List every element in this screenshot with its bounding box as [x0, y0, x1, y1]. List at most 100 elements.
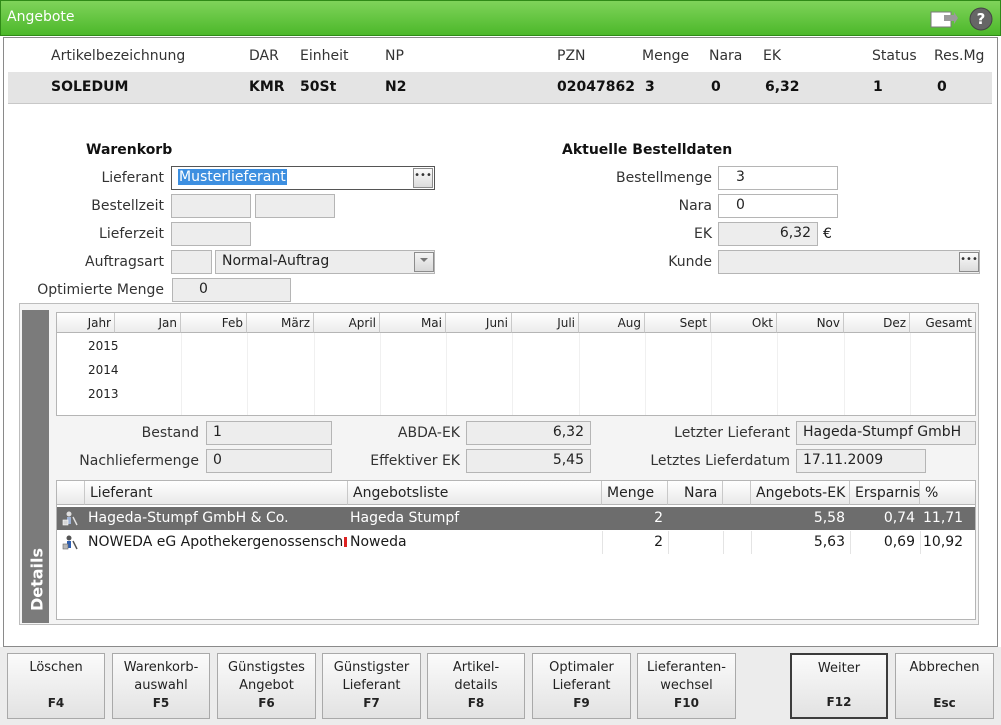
warenkorb-auswahl-button[interactable]: Warenkorb- auswahl F5 — [112, 653, 210, 719]
currency-symbol: € — [823, 226, 832, 242]
auftragsart-code-input[interactable] — [171, 250, 212, 274]
grid-col-nov: Nov — [777, 313, 844, 333]
val-resmg: 0 — [937, 79, 947, 95]
grid-col-okt: Okt — [711, 313, 777, 333]
offers-col-nara[interactable]: Nara — [668, 481, 723, 505]
col-dar: DAR — [249, 48, 279, 64]
bestand-value: 1 — [206, 421, 332, 445]
guenstigster-lieferant-button[interactable]: Günstigster Lieferant F7 — [322, 653, 421, 719]
grid-col-mai: Mai — [380, 313, 446, 333]
offer-ersparnis: 0,74 — [883, 510, 915, 526]
grid-year-2015: 2015 — [88, 339, 119, 353]
grid-col-gesamt: Gesamt — [910, 313, 975, 333]
grid-col-juli: Juli — [512, 313, 579, 333]
grid-col-april: April — [314, 313, 380, 333]
offer-ersparnis: 0,69 — [883, 534, 915, 550]
offers-col-ersparnis[interactable]: Ersparnis — [850, 481, 920, 505]
effektiver-ek-label: Effektiver EK — [370, 453, 460, 469]
grid-year-2014: 2014 — [88, 363, 119, 377]
bestellmenge-input[interactable]: 3 — [718, 166, 838, 190]
col-einheit: Einheit — [300, 48, 349, 64]
chevron-down-icon[interactable] — [414, 252, 434, 272]
nachliefermenge-label: Nachliefermenge — [79, 453, 199, 469]
lieferant-input[interactable]: Musterlieferant — [171, 166, 435, 190]
optimierte-menge-label: Optimierte Menge — [37, 282, 164, 298]
col-np: NP — [385, 48, 404, 64]
offers-col-menge[interactable]: Menge — [602, 481, 668, 505]
offer-menge: 2 — [654, 534, 663, 550]
abda-ek-value: 6,32 — [466, 421, 591, 445]
abda-ek-label: ABDA-EK — [397, 425, 460, 441]
grid-year-2013: 2013 — [88, 387, 119, 401]
bestellmenge-label: Bestellmenge — [615, 170, 712, 186]
details-tab[interactable]: Details — [22, 310, 49, 623]
grid-col-maerz: März — [247, 313, 314, 333]
nachliefermenge-value: 0 — [206, 449, 332, 473]
svg-text:?: ? — [977, 10, 986, 28]
offer-lieferant: NOWEDA eG Apothekergenossenschaft — [88, 534, 344, 550]
loeschen-button[interactable]: Löschen F4 — [7, 653, 105, 719]
supplier-icon — [61, 507, 83, 530]
lieferantenwechsel-button[interactable]: Lieferanten- wechsel F10 — [637, 653, 736, 719]
warenkorb-title: Warenkorb — [86, 142, 173, 158]
window-title: Angebote — [7, 9, 75, 25]
optimierte-menge-input[interactable]: 0 — [172, 278, 291, 302]
offers-col-lieferant[interactable]: Lieferant — [85, 481, 348, 505]
val-menge: 3 — [645, 79, 655, 95]
offer-angebotsliste: Hageda Stumpf — [350, 510, 460, 526]
lieferzeit-label: Lieferzeit — [99, 226, 164, 242]
offer-menge: 2 — [654, 510, 663, 526]
col-pzn: PZN — [557, 48, 586, 64]
bestand-label: Bestand — [141, 425, 199, 441]
offer-row[interactable]: Hageda-Stumpf GmbH & Co. Hageda Stumpf 2… — [57, 507, 975, 530]
artikel-details-button[interactable]: Artikel- details F8 — [427, 653, 525, 719]
bestellzeit-label: Bestellzeit — [91, 198, 164, 214]
offer-nara — [668, 507, 718, 530]
letztes-lieferdatum-value: 17.11.2009 — [796, 449, 926, 473]
optimaler-lieferant-button[interactable]: Optimaler Lieferant F9 — [532, 653, 631, 719]
offers-col-angebotsliste[interactable]: Angebotsliste — [348, 481, 602, 505]
grid-col-jahr: Jahr — [57, 313, 115, 333]
help-icon[interactable]: ? — [969, 7, 993, 31]
truncation-marker — [344, 537, 347, 547]
offer-nara — [668, 531, 718, 554]
offer-angebots-ek: 5,58 — [813, 510, 845, 526]
auftragsart-select[interactable]: Normal-Auftrag — [215, 250, 435, 274]
bestellzeit-input-1[interactable] — [171, 194, 251, 218]
val-ek: 6,32 — [765, 79, 800, 95]
effektiver-ek-value: 5,45 — [466, 449, 591, 473]
col-ek: EK — [763, 48, 782, 64]
val-np: N2 — [385, 79, 407, 95]
grid-col-juni: Juni — [446, 313, 512, 333]
bestelldaten-title: Aktuelle Bestelldaten — [562, 142, 733, 158]
val-pzn: 02047862 — [557, 79, 635, 95]
offer-row[interactable]: NOWEDA eG Apothekergenossenschaft Noweda… — [57, 531, 975, 554]
nara-label: Nara — [678, 198, 712, 214]
offers-col-angebots-ek[interactable]: Angebots-EK — [751, 481, 850, 505]
kunde-input[interactable] — [718, 250, 980, 274]
offers-col-percent[interactable]: % — [920, 481, 975, 505]
lieferzeit-input[interactable] — [171, 222, 251, 246]
bestellzeit-input-2[interactable] — [255, 194, 335, 218]
offer-angebots-ek: 5,63 — [813, 534, 845, 550]
offer-percent: 11,71 — [923, 510, 964, 526]
grid-col-dez: Dez — [844, 313, 910, 333]
article-row[interactable] — [8, 72, 992, 104]
abbrechen-button[interactable]: Abbrechen Esc — [895, 653, 994, 719]
lieferant-browse-button[interactable]: ••• — [413, 168, 433, 188]
offers-table[interactable]: Lieferant Angebotsliste Menge Nara Angeb… — [56, 480, 976, 620]
nara-input[interactable]: 0 — [718, 194, 838, 218]
offers-col-icon — [57, 481, 85, 505]
offer-lieferant: Hageda-Stumpf GmbH & Co. — [88, 510, 289, 526]
offer-percent: 10,92 — [923, 534, 964, 550]
ek-value: 6,32 — [718, 222, 818, 246]
export-icon[interactable] — [930, 9, 958, 29]
letztes-lieferdatum-label: Letztes Lieferdatum — [650, 453, 790, 469]
val-einheit: 50St — [300, 79, 337, 95]
grid-col-sept: Sept — [645, 313, 711, 333]
kunde-browse-button[interactable]: ••• — [959, 252, 979, 272]
guenstigstes-angebot-button[interactable]: Günstigstes Angebot F6 — [217, 653, 316, 719]
weiter-button[interactable]: Weiter F12 — [790, 653, 888, 719]
supplier-icon — [61, 531, 83, 554]
sales-history-grid[interactable]: Jahr Jan Feb März April Mai Juni Juli Au… — [56, 312, 976, 416]
